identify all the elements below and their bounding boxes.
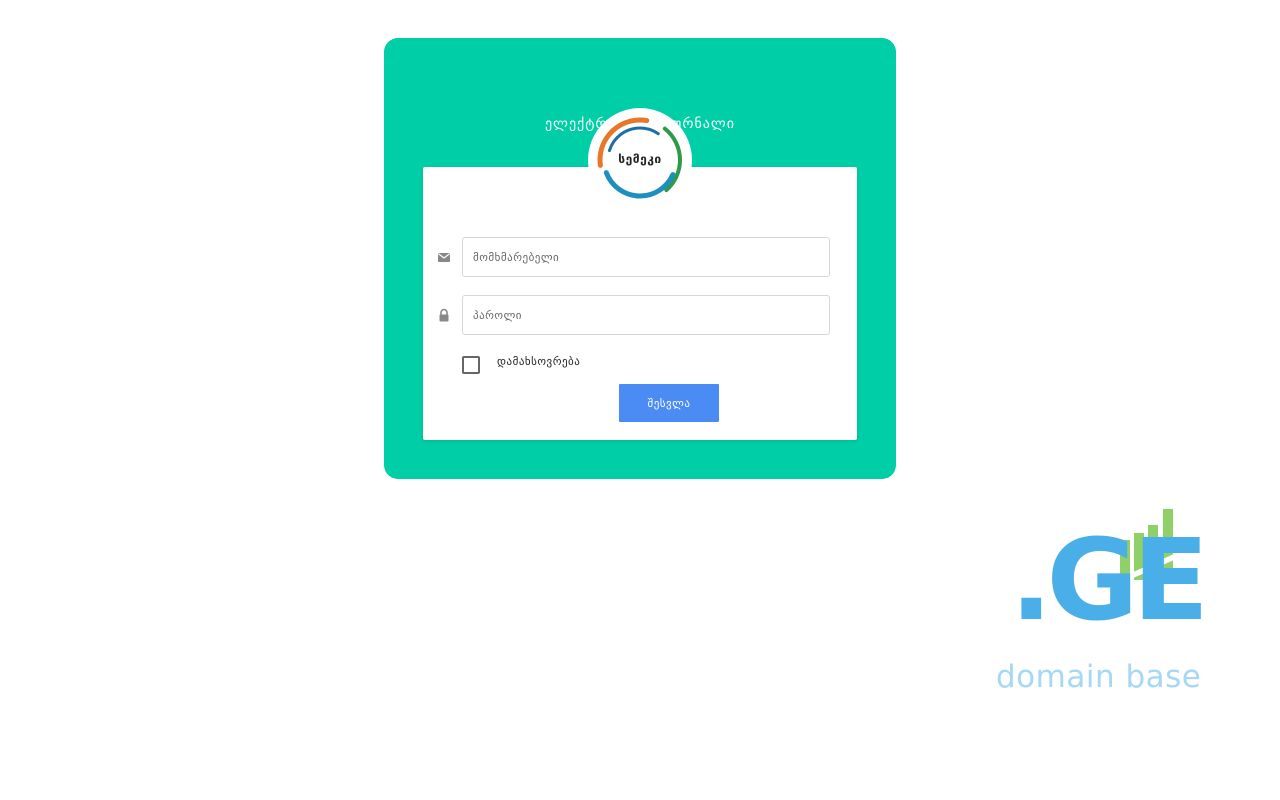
domain-badge-text: .GE [1010,516,1209,646]
username-field[interactable] [462,237,830,277]
login-button[interactable]: შესვლა [619,384,719,422]
envelope-icon [437,249,451,263]
password-field[interactable] [462,295,830,335]
password-row [423,295,857,335]
remember-checkbox[interactable] [462,356,480,374]
domain-badge[interactable]: .GE domain base [990,505,1209,705]
username-row [423,237,857,277]
remember-label: დამახსოვრება [497,355,581,368]
domain-badge-subtitle: domain base [996,659,1202,695]
lock-icon [437,307,451,322]
logo-text: სემეკი [618,152,662,166]
logo: სემეკი [588,108,692,212]
